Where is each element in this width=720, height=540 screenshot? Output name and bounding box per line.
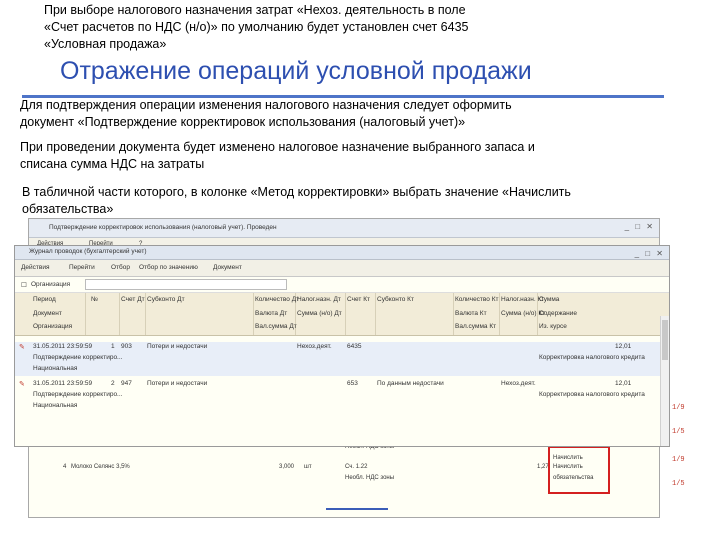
header-organization[interactable]: Организация xyxy=(33,323,72,330)
header-rate[interactable]: Из. курсе xyxy=(539,323,567,330)
header-document[interactable]: Документ xyxy=(33,310,62,317)
record-content: Корректировка налогового кредита xyxy=(539,391,645,398)
side-mark: 1/9 xyxy=(672,456,685,464)
slide-title: Отражение операций условной продажи xyxy=(60,57,532,85)
header-nazn-kt[interactable]: Налог.назн. Кт xyxy=(501,296,544,303)
record-nazn-dt: Нехоз.деят. xyxy=(297,343,332,350)
journal-window-titlebar[interactable]: Журнал проводок (бухгалтерский учет) _ □… xyxy=(15,246,669,260)
record-amount: 12,01 xyxy=(615,343,632,350)
record-organization: Национальная xyxy=(33,402,78,409)
intro-line: «Условная продажа» xyxy=(44,37,167,51)
toolbar-goto[interactable]: Перейти xyxy=(69,264,95,271)
header-qty-dt[interactable]: Количество Дт xyxy=(255,296,299,303)
toolbar-actions[interactable]: Действия xyxy=(21,264,49,271)
table-row[interactable]: ✎ 31.05.2011 23:59:59 2 947 Потери и нед… xyxy=(15,379,669,415)
filter-label: Организация xyxy=(31,281,71,288)
record-number: 1 xyxy=(111,343,115,350)
side-mark: 1/5 xyxy=(672,480,685,488)
paragraph-posting: При проведении документа будет изменено … xyxy=(20,139,660,173)
side-mark: 1/9 xyxy=(672,404,685,412)
intro-line: При выборе налогового назначения затрат … xyxy=(44,3,466,17)
window-controls[interactable]: _ □ ✕ xyxy=(635,249,665,258)
header-content[interactable]: Содержание xyxy=(539,310,577,317)
record-sub-kt: По данным недостачи xyxy=(377,380,444,387)
record-amount: 12,01 xyxy=(615,380,632,387)
paragraph-line: списана сумма НДС на затраты xyxy=(20,157,205,171)
paragraph-line: обязательства» xyxy=(22,202,114,216)
record-nazn-kt: Нехоз.деят. xyxy=(501,380,536,387)
record-document[interactable]: Подтверждение корректиро... xyxy=(33,354,122,361)
record-acc-dt: 903 xyxy=(121,343,132,350)
row-nds: Необл. НДС зоны xyxy=(345,475,395,481)
scrollbar-thumb[interactable] xyxy=(662,320,668,360)
header-acc-kt[interactable]: Счет Кт xyxy=(347,296,370,303)
record-date: 31.05.2011 23:59:59 xyxy=(33,380,93,387)
posting-icon: ✎ xyxy=(19,381,25,388)
table-row[interactable]: ✎ 31.05.2011 23:59:59 1 903 Потери и нед… xyxy=(15,342,669,376)
filter-organization-input[interactable] xyxy=(85,279,287,290)
header-valsum-dt[interactable]: Вал.сумма Дт xyxy=(255,323,297,330)
header-period[interactable]: Период xyxy=(33,296,56,303)
document-window-title: Подтверждение корректировок использовани… xyxy=(49,224,277,231)
header-amount[interactable]: Сумма xyxy=(539,296,559,303)
record-acc-dt: 947 xyxy=(121,380,132,387)
posting-icon: ✎ xyxy=(19,344,25,351)
method-highlight-box xyxy=(548,446,610,494)
record-organization: Национальная xyxy=(33,365,78,372)
header-sub-kt[interactable]: Субконто Кт xyxy=(377,296,414,303)
record-document[interactable]: Подтверждение корректиро... xyxy=(33,391,122,398)
journal-window-title: Журнал проводок (бухгалтерский учет) xyxy=(29,248,147,255)
intro-text: При выборе налогового назначения затрат … xyxy=(44,2,604,53)
record-acc-kt: 6435 xyxy=(347,343,362,350)
record-acc-kt: 653 xyxy=(347,380,358,387)
journal-toolbar: Действия Перейти Отбор Отбор по значению… xyxy=(15,260,669,277)
vertical-scrollbar[interactable] xyxy=(660,316,669,446)
document-window-titlebar[interactable]: Подтверждение корректировок использовани… xyxy=(29,219,659,238)
paragraph-line: При проведении документа будет изменено … xyxy=(20,140,535,154)
record-content: Корректировка налогового кредита xyxy=(539,354,645,361)
header-acc-dt[interactable]: Счет Дт xyxy=(121,296,145,303)
header-currency-kt[interactable]: Валюта Кт xyxy=(455,310,487,317)
window-controls[interactable]: _ □ ✕ xyxy=(625,222,655,231)
header-valsum-kt[interactable]: Вал.сумма Кт xyxy=(455,323,496,330)
paragraph-confirm-document: Для подтверждения операции изменения нал… xyxy=(20,97,660,131)
header-number[interactable]: № xyxy=(91,296,98,303)
paragraph-line: Для подтверждения операции изменения нал… xyxy=(20,98,512,112)
paragraph-line: В табличной части которого, в колонке «М… xyxy=(22,185,571,199)
header-sub-dt[interactable]: Субконто Дт xyxy=(147,296,185,303)
header-currency-dt[interactable]: Валюта Дт xyxy=(255,310,287,317)
side-mark: 1/5 xyxy=(672,428,685,436)
toolbar-document[interactable]: Документ xyxy=(213,264,242,271)
journal-window[interactable]: Журнал проводок (бухгалтерский учет) _ □… xyxy=(14,245,670,447)
record-number: 2 xyxy=(111,380,115,387)
journal-filter-bar: ☐ Организация xyxy=(15,277,669,293)
toolbar-filter[interactable]: Отбор xyxy=(111,264,130,271)
header-qty-kt[interactable]: Количество Кт xyxy=(455,296,498,303)
intro-line: «Счет расчетов по НДС (н/о)» по умолчани… xyxy=(44,20,469,34)
header-sum-no-dt[interactable]: Сумма (н/о) Дт xyxy=(297,310,342,317)
journal-table-header: Период № Счет Дт Субконто Дт Количество … xyxy=(15,293,669,336)
record-date: 31.05.2011 23:59:59 xyxy=(33,343,93,350)
filter-checkbox[interactable]: ☐ xyxy=(21,281,27,289)
paragraph-line: документ «Подтверждение корректировок ис… xyxy=(20,115,466,129)
record-sub-dt: Потери и недостачи xyxy=(147,380,208,387)
record-sub-dt: Потери и недостачи xyxy=(147,343,208,350)
paragraph-table-method: В табличной части которого, в колонке «М… xyxy=(22,184,662,218)
header-nazn-dt[interactable]: Налог.назн. Дт xyxy=(297,296,341,303)
blue-underline xyxy=(326,508,388,510)
toolbar-filter-by-value[interactable]: Отбор по значению xyxy=(139,264,198,271)
